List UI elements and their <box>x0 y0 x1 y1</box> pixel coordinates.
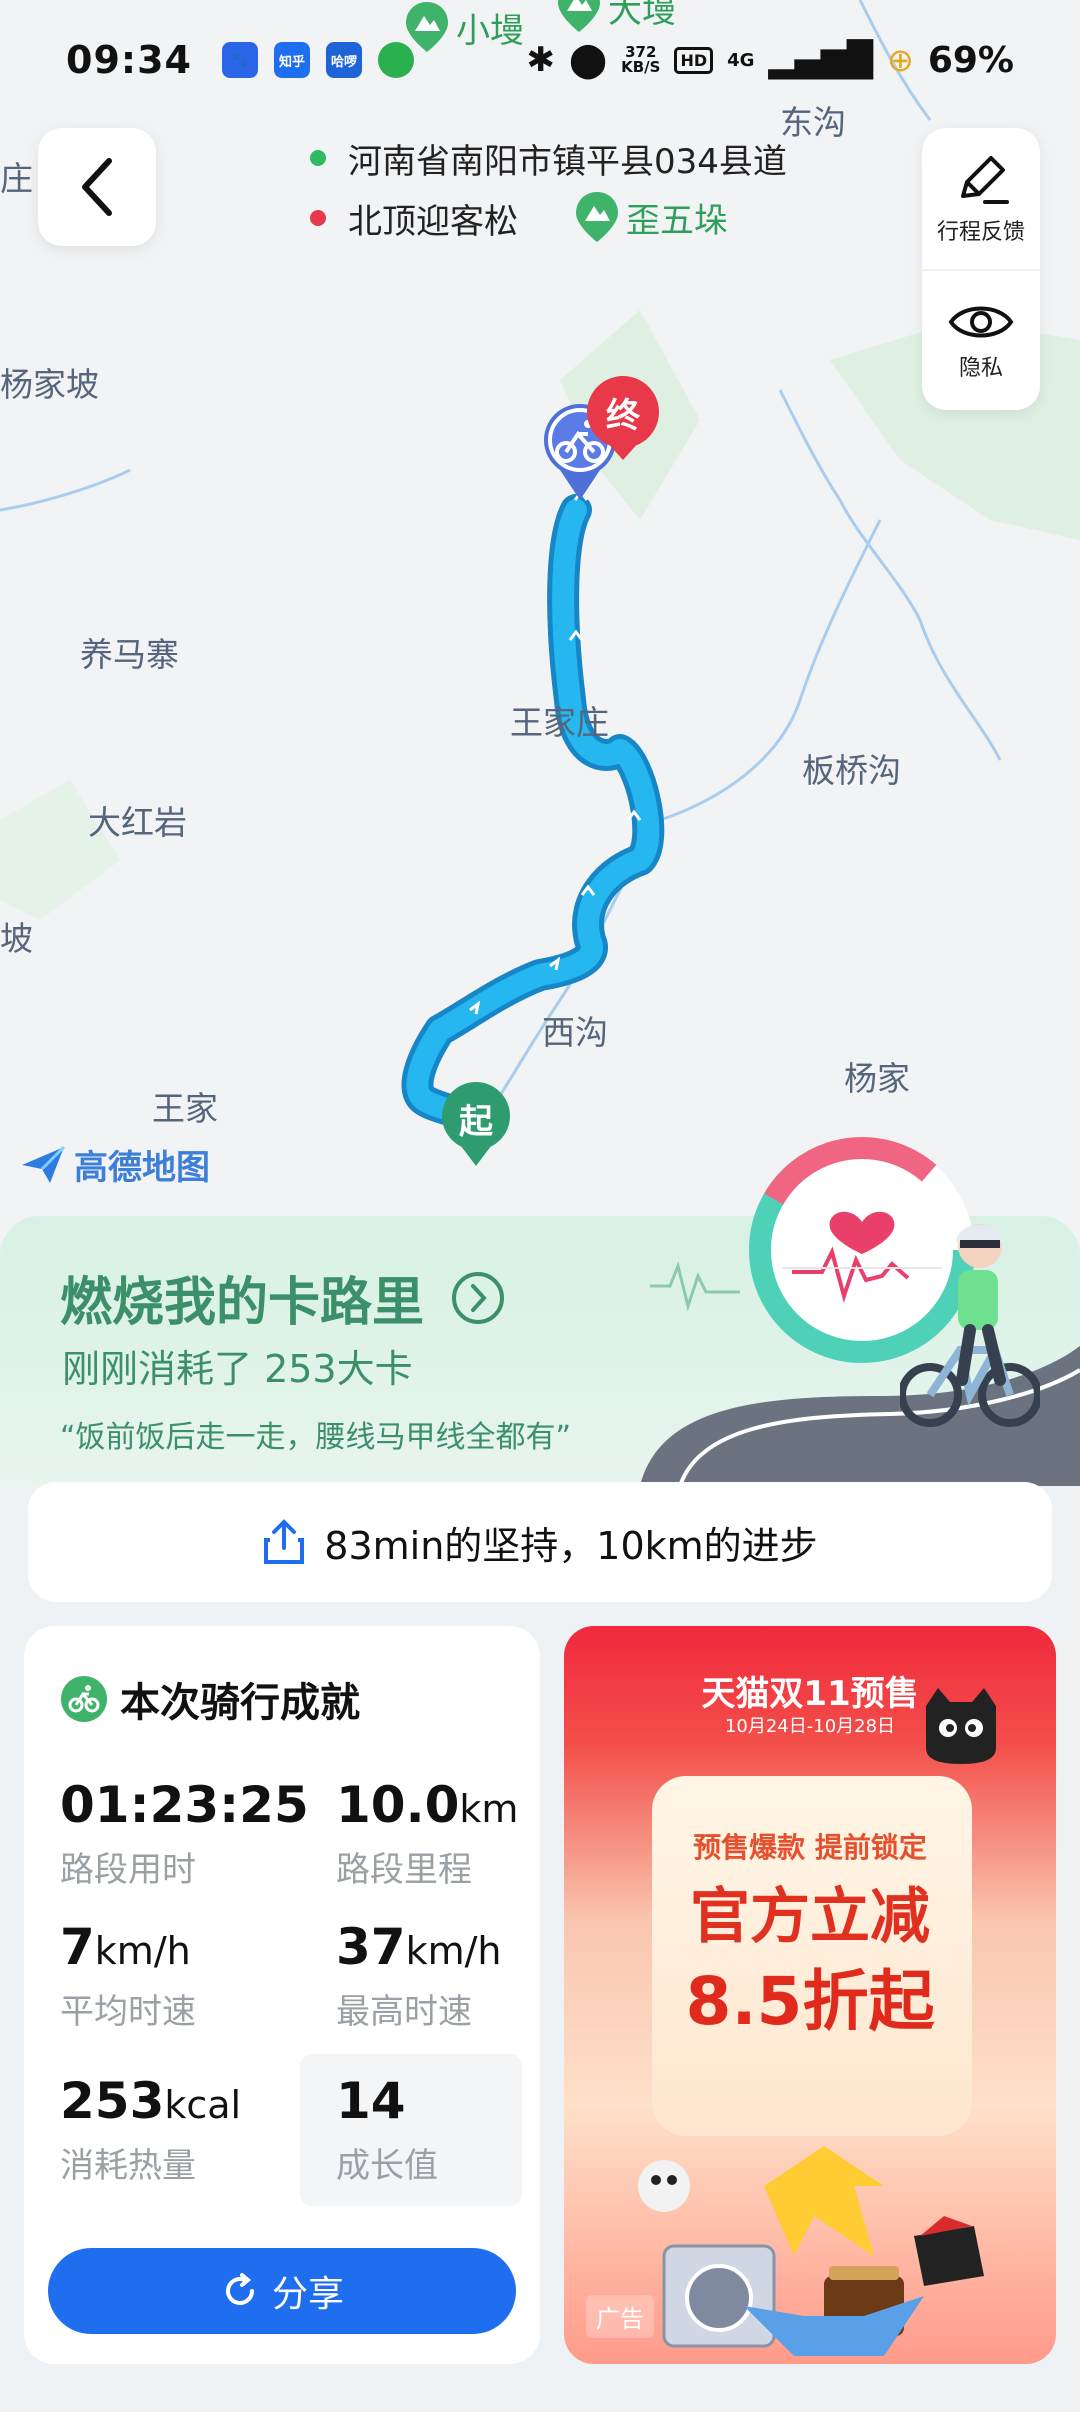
ad-presale: 预售爆款 提前锁定 <box>693 1831 927 1864</box>
hello-icon: 哈啰 <box>325 42 362 78</box>
ad-main-title: 官方立减 <box>690 1882 930 1952</box>
achievement-title: 本次骑行成就 <box>120 1680 360 1726</box>
share-progress-text: 83min的坚持，10km的进步 <box>324 1523 818 1568</box>
map-label: 王家庄 <box>510 703 609 742</box>
side-panel: 行程反馈 隐私 <box>922 128 1040 410</box>
signal-icon: ▂▄▆█ <box>768 40 874 80</box>
achievement-header: 本次骑行成就 <box>60 1670 360 1728</box>
status-bar: 09:34 🐾 知乎 哈啰 ✱ ⬤ 372 KB/S HD 4G ▂▄▆█ ⊕ … <box>0 0 1080 120</box>
calorie-subtitle: 刚刚消耗了 253大卡 <box>62 1347 413 1391</box>
stat-max-speed: 37km/h 最高时速 <box>336 1918 502 2032</box>
route-addresses: 河南省南阳市镇平县034县道 北顶迎客松 <box>310 128 787 248</box>
privacy-button[interactable]: 隐私 <box>922 269 1040 410</box>
end-dot-icon <box>310 210 326 226</box>
status-app-icons: 🐾 知乎 哈啰 <box>221 42 414 78</box>
message-icon <box>377 42 414 78</box>
map-label: 西沟 <box>542 1013 608 1052</box>
edit-icon <box>961 155 1009 204</box>
stat-avg-speed: 7km/h 平均时速 <box>60 1918 196 2032</box>
baidu-icon: 🐾 <box>221 42 258 78</box>
cyclist-illustration <box>900 1224 1040 1427</box>
start-dot-icon <box>310 150 326 166</box>
map-label: 大红岩 <box>88 803 187 842</box>
back-button[interactable] <box>38 128 156 246</box>
calorie-quote: “饭前饭后走一走，腰线马甲线全都有” <box>60 1420 572 1455</box>
route-map[interactable]: 庄 东沟 杨家坡 养马寨 王家庄 板桥沟 大红岩 西沟 杨家 王家 坡 小墁 大… <box>0 0 1080 1240</box>
zhihu-icon: 知乎 <box>273 42 310 78</box>
map-provider-name: 高德地图 <box>74 1148 210 1188</box>
bluetooth-icon: ✱ <box>526 40 556 80</box>
map-label: 庄 <box>0 159 33 198</box>
ad-discount: 8.5折起 <box>685 1963 935 2040</box>
end-address: 北顶迎客松 <box>348 201 518 242</box>
map-label: 王家 <box>152 1089 218 1128</box>
share-button[interactable]: 分享 <box>48 2248 516 2334</box>
map-provider-logo: 高德地图 <box>20 1140 210 1189</box>
calorie-title[interactable]: 燃烧我的卡路里 <box>60 1260 506 1335</box>
battery-percent: 69% <box>927 39 1014 81</box>
network-type: 4G <box>727 49 755 71</box>
gaode-logo-icon <box>22 1145 66 1183</box>
stat-calories: 253kcal 消耗热量 <box>60 2072 242 2186</box>
share-progress-button[interactable]: 83min的坚持，10km的进步 <box>28 1482 1052 1602</box>
map-label: 杨家 <box>844 1059 910 1098</box>
stat-growth[interactable]: 14 成长值 <box>336 2072 438 2187</box>
chevron-left-icon <box>82 158 112 216</box>
trip-feedback-label: 行程反馈 <box>936 219 1025 245</box>
map-label: 杨家坡 <box>0 365 99 404</box>
stat-distance: 10.0km 路段里程 <box>336 1776 519 1890</box>
start-address: 河南省南阳市镇平县034县道 <box>348 141 787 182</box>
map-label: 板桥沟 <box>802 751 901 790</box>
calorie-title-text: 燃烧我的卡路里 <box>60 1273 425 1333</box>
end-marker-label: 终 <box>606 396 640 436</box>
refresh-share-icon <box>226 2273 254 2305</box>
chevron-right-circle-icon <box>452 1271 505 1324</box>
battery-saver-icon: ⊕ <box>887 41 914 79</box>
hd-badge: HD <box>674 46 714 74</box>
route-line <box>406 499 660 1131</box>
bike-badge-icon <box>61 1676 107 1722</box>
tmall-ad-banner[interactable]: 天猫双11预售 10月24日-10月28日 预售爆款 提前锁定 官方立减 8.5… <box>564 1626 1056 2364</box>
start-marker-label: 起 <box>459 1102 493 1142</box>
share-button-label: 分享 <box>271 2274 344 2315</box>
eye-icon <box>948 306 1014 337</box>
map-label: 坡 <box>0 919 33 958</box>
stat-duration: 01:23:25 路段用时 <box>60 1776 309 1890</box>
privacy-label: 隐私 <box>958 355 1003 381</box>
trip-feedback-button[interactable]: 行程反馈 <box>922 128 1040 269</box>
net-speed: 372 KB/S <box>621 43 661 76</box>
status-time: 09:34 <box>66 38 192 82</box>
share-upload-icon <box>264 1519 305 1564</box>
map-label: 养马寨 <box>80 635 179 674</box>
ad-label: 广告 <box>586 2295 654 2338</box>
ride-achievement-card: 本次骑行成就 01:23:25 路段用时 10.0km 路段里程 7km/h 平… <box>24 1626 540 2364</box>
tmall-cat-icon <box>926 1688 996 1764</box>
location-icon: ⬤ <box>569 40 608 80</box>
ad-products-illustration <box>638 2146 984 2356</box>
